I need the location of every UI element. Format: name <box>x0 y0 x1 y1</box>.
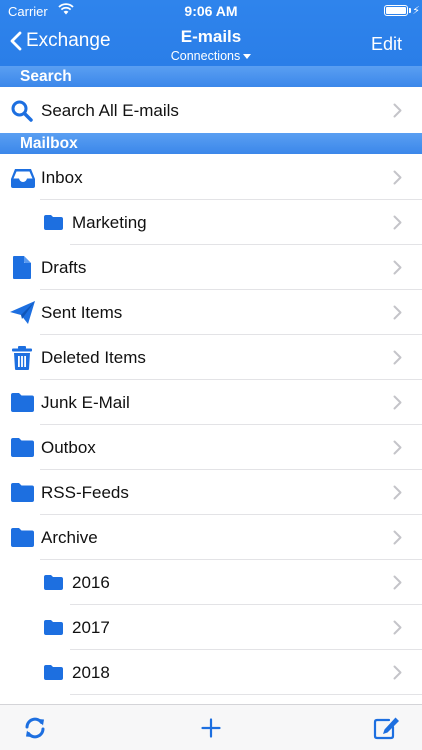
chevron-right-icon <box>393 200 402 245</box>
mailbox-label: Outbox <box>41 438 96 457</box>
folder-icon <box>10 515 35 560</box>
mailbox-row-sent-items[interactable]: Sent Items <box>0 290 422 335</box>
bottom-toolbar <box>0 704 422 750</box>
mailbox-row-rss-feeds[interactable]: RSS-Feeds <box>0 470 422 515</box>
search-all-row[interactable]: Search All E-mails <box>0 88 422 133</box>
mailbox-row-marketing[interactable]: Marketing <box>0 200 422 245</box>
mailbox-label: Deleted Items <box>41 348 146 367</box>
folder-icon <box>43 560 64 605</box>
mailbox-row-junk-e-mail[interactable]: Junk E-Mail <box>0 380 422 425</box>
mailbox-row-2017[interactable]: 2017 <box>0 605 422 650</box>
folder-icon <box>10 380 35 425</box>
mailbox-row-deleted-items[interactable]: Deleted Items <box>0 335 422 380</box>
status-bar: Carrier 9:06 AM ⚡ <box>0 0 422 22</box>
mailbox-row-outbox[interactable]: Outbox <box>0 425 422 470</box>
battery-icon <box>384 5 408 16</box>
chevron-right-icon <box>393 650 402 695</box>
mailbox-row-archive[interactable]: Archive <box>0 515 422 560</box>
mailbox-row-inbox[interactable]: Inbox <box>0 155 422 200</box>
search-icon <box>10 88 34 133</box>
row-separator <box>70 694 422 695</box>
chevron-right-icon <box>393 155 402 200</box>
chevron-right-icon <box>393 425 402 470</box>
section-header-search: Search <box>0 66 422 87</box>
subtitle-label: Connections <box>170 49 241 63</box>
charging-icon: ⚡ <box>412 5 420 17</box>
battery-tip <box>409 8 411 13</box>
chevron-right-icon <box>393 515 402 560</box>
mailbox-row-2018[interactable]: 2018 <box>0 650 422 695</box>
page-title: E-mails <box>180 27 242 46</box>
chevron-right-icon <box>393 605 402 650</box>
caret-down-icon <box>243 54 252 60</box>
connections-dropdown[interactable]: Connections <box>171 49 252 63</box>
chevron-right-icon <box>393 560 402 605</box>
title-block[interactable]: E-mails Connections <box>0 27 422 65</box>
chevron-right-icon <box>393 290 402 335</box>
folder-icon <box>10 425 35 470</box>
chevron-right-icon <box>393 88 402 133</box>
mailbox-label: Sent Items <box>41 303 123 322</box>
mailbox-label: Drafts <box>41 258 87 277</box>
clock: 9:06 AM <box>184 3 238 19</box>
mailbox-label: RSS-Feeds <box>41 483 129 502</box>
search-all-label: Search All E-mails <box>41 101 179 120</box>
chevron-right-icon <box>393 380 402 425</box>
mailbox-row-drafts[interactable]: Drafts <box>0 245 422 290</box>
mailbox-label: Inbox <box>41 168 83 187</box>
chevron-right-icon <box>393 335 402 380</box>
chevron-right-icon <box>393 470 402 515</box>
mailbox-label: 2017 <box>72 618 110 637</box>
mailbox-label: 2016 <box>72 573 110 592</box>
compose-icon[interactable] <box>373 705 401 750</box>
folder-icon <box>43 605 64 650</box>
document-icon <box>12 245 32 290</box>
mailbox-label: Junk E-Mail <box>41 393 130 412</box>
edit-button[interactable]: Edit <box>371 34 402 55</box>
refresh-icon[interactable] <box>23 705 47 750</box>
mailbox-label: 2018 <box>72 663 110 682</box>
mailbox-label: Marketing <box>72 213 147 232</box>
folder-icon <box>10 470 35 515</box>
mailbox-label: Archive <box>41 528 98 547</box>
section-header-mailbox: Mailbox <box>0 133 422 154</box>
paper-plane-icon <box>9 290 36 335</box>
inbox-icon <box>10 155 36 200</box>
chevron-right-icon <box>393 245 402 290</box>
top-bar: Carrier 9:06 AM ⚡ Exchange E-mails Conne… <box>0 0 422 66</box>
mailbox-row-2016[interactable]: 2016 <box>0 560 422 605</box>
folder-icon <box>43 650 64 695</box>
trash-icon <box>11 335 33 380</box>
navigation-bar: Exchange E-mails Connections Edit <box>0 22 422 66</box>
folder-icon <box>43 200 64 245</box>
plus-icon[interactable] <box>201 705 221 750</box>
